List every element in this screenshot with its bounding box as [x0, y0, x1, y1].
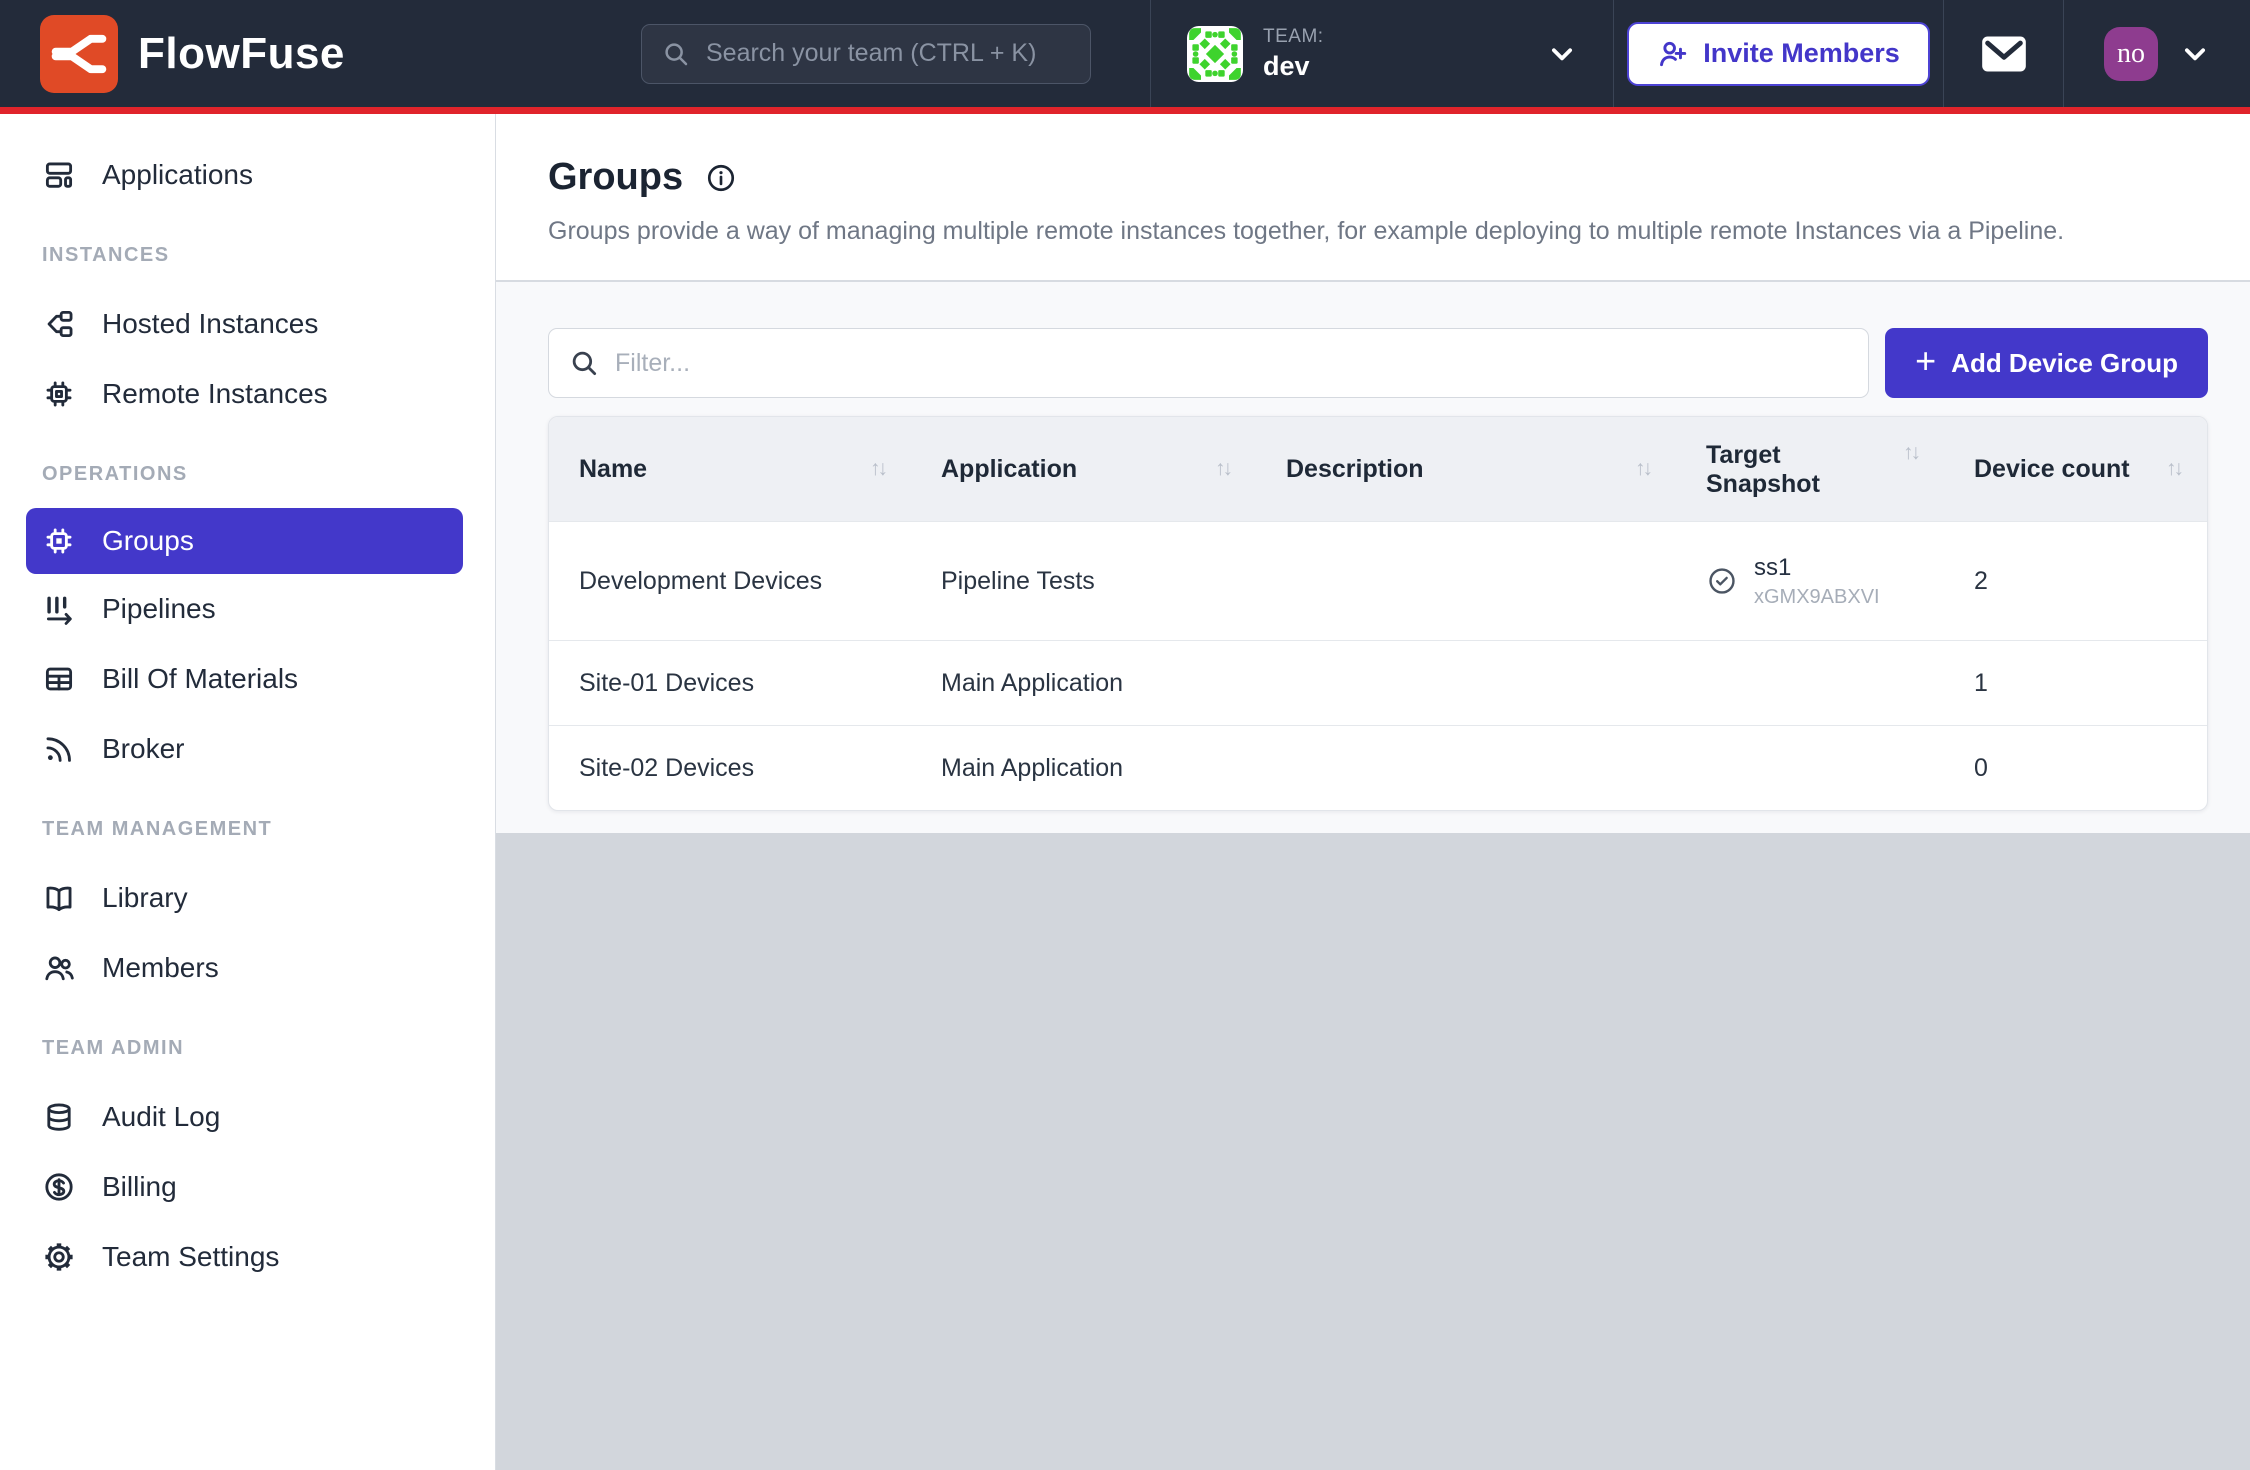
cell-description [1256, 641, 1676, 725]
sidebar-item-hosted-instances[interactable]: Hosted Instances [0, 289, 495, 359]
main-content: Groups Groups provide a way of managing … [496, 114, 2250, 1470]
snapshot-name: ss1 [1754, 554, 1880, 582]
sidebar-item-groups[interactable]: Groups [26, 508, 463, 574]
table-row[interactable]: Site-01 Devices Main Application 1 [549, 640, 2207, 725]
flowfuse-logo-icon[interactable] [40, 15, 118, 93]
chevron-down-icon[interactable] [1547, 39, 1577, 69]
sidebar-item-broker[interactable]: Broker [0, 714, 495, 784]
sidebar-item-members[interactable]: Members [0, 933, 495, 1003]
add-device-group-button[interactable]: + Add Device Group [1885, 328, 2208, 398]
device-groups-table: Name ↑↓ Application ↑↓ Description ↑↓ Ta… [548, 416, 2208, 811]
team-name: dev [1263, 51, 1324, 82]
bill-of-materials-icon [42, 662, 76, 696]
search-input[interactable] [641, 24, 1091, 84]
invite-members-button[interactable]: Invite Members [1627, 22, 1930, 86]
cell-target-snapshot [1676, 641, 1944, 725]
sidebar-item-team-settings[interactable]: Team Settings [0, 1222, 495, 1292]
cell-application: Pipeline Tests [911, 522, 1256, 640]
plus-icon: + [1915, 343, 1936, 379]
cell-device-count: 1 [1944, 641, 2207, 725]
check-circle-icon [1706, 565, 1738, 597]
sort-icon[interactable]: ↑↓ [1903, 441, 1918, 465]
applications-icon [42, 158, 76, 192]
remote-instances-icon [42, 377, 76, 411]
column-header-target-snapshot: Target Snapshot ↑↓ [1676, 417, 1944, 521]
team-label: TEAM: [1263, 26, 1324, 48]
table-row[interactable]: Site-02 Devices Main Application 0 [549, 725, 2207, 810]
user-plus-icon [1657, 38, 1689, 70]
cell-device-count: 0 [1944, 726, 2207, 810]
chevron-down-icon [2180, 39, 2210, 69]
audit-log-icon [42, 1100, 76, 1134]
groups-icon [42, 524, 76, 558]
sidebar-section-team-admin: TEAM ADMIN [42, 1037, 495, 1060]
sidebar-item-library[interactable]: Library [0, 863, 495, 933]
cell-description [1256, 726, 1676, 810]
empty-area [496, 833, 2250, 1470]
sort-icon[interactable]: ↑↓ [2166, 457, 2181, 481]
table-header-row: Name ↑↓ Application ↑↓ Description ↑↓ Ta… [549, 417, 2207, 521]
sort-icon[interactable]: ↑↓ [1635, 457, 1650, 481]
mail-icon[interactable] [1980, 34, 2028, 74]
sidebar-section-team-management: TEAM MANAGEMENT [42, 818, 495, 841]
sidebar-item-applications[interactable]: Applications [0, 140, 495, 210]
sidebar-item-audit-log[interactable]: Audit Log [0, 1082, 495, 1152]
cell-name: Site-01 Devices [549, 641, 911, 725]
sidebar-section-operations: OPERATIONS [42, 463, 495, 486]
cell-application: Main Application [911, 641, 1256, 725]
cell-application: Main Application [911, 726, 1256, 810]
cell-name: Development Devices [549, 522, 911, 640]
broker-icon [42, 732, 76, 766]
hosted-instances-icon [42, 307, 76, 341]
page-title: Groups [548, 156, 683, 199]
user-avatar: no [2104, 27, 2158, 81]
app-header: FlowFuse [0, 0, 2250, 107]
column-header-description: Description ↑↓ [1256, 417, 1676, 521]
library-icon [42, 881, 76, 915]
team-selector[interactable]: TEAM: dev [1150, 0, 1613, 107]
sidebar-item-bill-of-materials[interactable]: Bill Of Materials [0, 644, 495, 714]
team-avatar [1187, 26, 1243, 82]
column-header-device-count: Device count ↑↓ [1944, 417, 2207, 521]
sort-icon[interactable]: ↑↓ [1215, 457, 1230, 481]
cell-name: Site-02 Devices [549, 726, 911, 810]
sort-icon[interactable]: ↑↓ [870, 457, 885, 481]
column-header-name: Name ↑↓ [549, 417, 911, 521]
cell-target-snapshot: ss1 xGMX9ABXVI [1676, 522, 1944, 640]
cell-target-snapshot [1676, 726, 1944, 810]
filter-input[interactable] [548, 328, 1869, 398]
search-icon [661, 39, 691, 69]
page-description: Groups provide a way of managing multipl… [548, 217, 2198, 246]
sidebar-item-billing[interactable]: Billing [0, 1152, 495, 1222]
billing-icon [42, 1170, 76, 1204]
search-icon [568, 347, 600, 379]
cell-device-count: 2 [1944, 522, 2207, 640]
sidebar: Applications INSTANCES Hosted Instances [0, 114, 496, 1470]
gear-icon [42, 1240, 76, 1274]
snapshot-id: xGMX9ABXVI [1754, 586, 1880, 609]
user-menu[interactable]: no [2063, 0, 2250, 107]
cell-description [1256, 522, 1676, 640]
pipelines-icon [42, 592, 76, 626]
sidebar-item-remote-instances[interactable]: Remote Instances [0, 359, 495, 429]
brand-name: FlowFuse [138, 29, 345, 79]
sidebar-section-instances: INSTANCES [42, 244, 495, 267]
info-icon[interactable] [705, 162, 737, 194]
accent-bar [0, 107, 2250, 114]
column-header-application: Application ↑↓ [911, 417, 1256, 521]
table-row[interactable]: Development Devices Pipeline Tests ss1 [549, 521, 2207, 640]
team-search [641, 24, 1091, 84]
brand: FlowFuse [0, 15, 641, 93]
sidebar-item-pipelines[interactable]: Pipelines [0, 574, 495, 644]
members-icon [42, 951, 76, 985]
